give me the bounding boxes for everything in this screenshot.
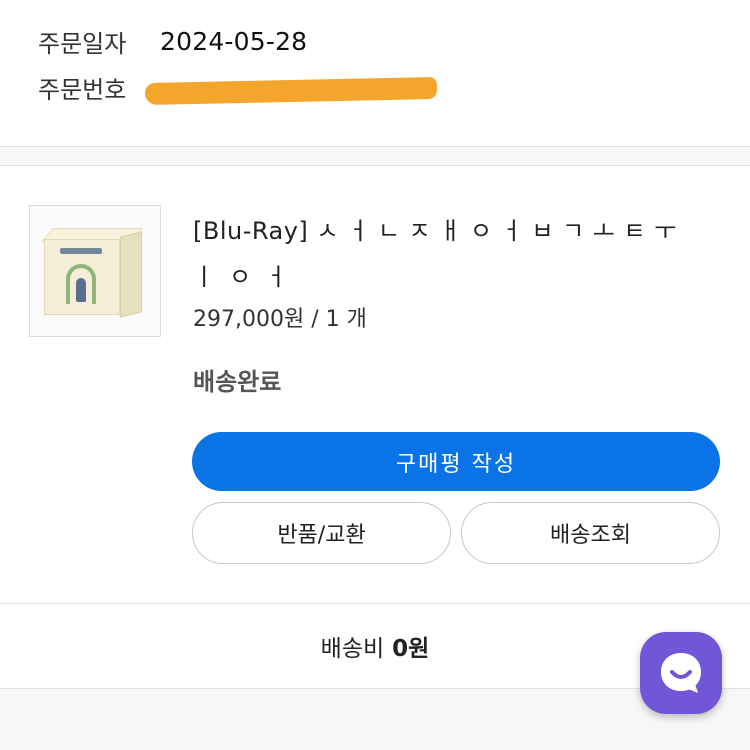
- delivery-status: 배송완료: [193, 368, 282, 396]
- shipping-fee-value: 0원: [392, 636, 430, 662]
- bottom-divider: [0, 688, 750, 750]
- box-side-face: [120, 231, 142, 318]
- write-review-button[interactable]: 구매평 작성: [192, 432, 720, 491]
- product-price: 297,000원 / 1 개: [193, 307, 367, 332]
- section-divider: [0, 146, 750, 166]
- chat-smile-icon: [661, 653, 701, 693]
- order-date-value: 2024-05-28: [160, 27, 308, 56]
- order-item-card: [Blu-Ray] ㅅ ㅓ ㄴ ㅈ ㅐ ㅇ ㅓ ㅂ ㄱ ㅗ ㅌ ㅜ ㅣㅇㅓ 29…: [0, 166, 750, 603]
- product-thumbnail[interactable]: [29, 205, 161, 337]
- order-number-label: 주문번호: [38, 76, 127, 104]
- shipping-fee-label: 배송비: [320, 636, 385, 662]
- order-date-row: 주문일자 2024-05-28: [38, 24, 307, 59]
- order-info: 주문일자 2024-05-28 주문번호: [0, 0, 750, 146]
- box-cover-title: [60, 248, 102, 254]
- track-delivery-button[interactable]: 배송조회: [461, 502, 720, 564]
- shipping-fee-row: 배송비 0원: [0, 603, 750, 688]
- order-number-redaction: [144, 76, 438, 106]
- order-date-label: 주문일자: [38, 30, 127, 58]
- return-exchange-button[interactable]: 반품/교환: [192, 502, 451, 564]
- product-title-line-2[interactable]: ㅣㅇㅓ: [193, 257, 301, 292]
- order-number-row: 주문번호: [38, 70, 160, 105]
- box-cover-figure: [76, 278, 86, 302]
- chat-button[interactable]: [640, 632, 722, 714]
- product-title-line-1[interactable]: [Blu-Ray] ㅅ ㅓ ㄴ ㅈ ㅐ ㅇ ㅓ ㅂ ㄱ ㅗ ㅌ ㅜ: [193, 211, 677, 246]
